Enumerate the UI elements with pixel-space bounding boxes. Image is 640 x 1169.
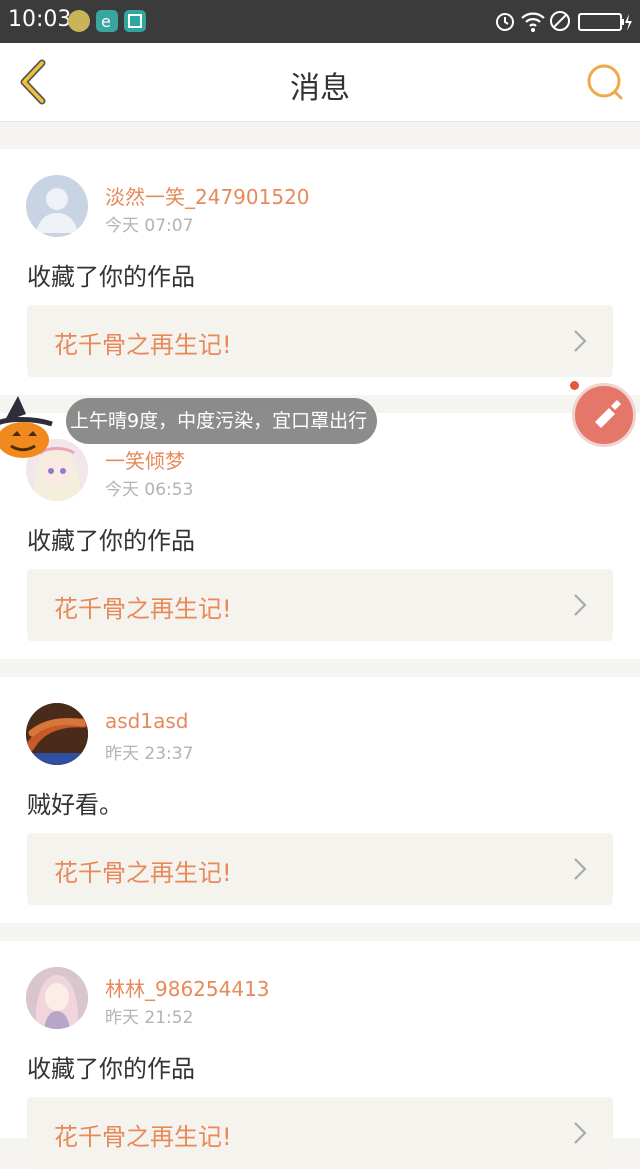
work-link[interactable]: 花千骨之再生记!: [27, 305, 613, 377]
default-avatar-icon: [36, 188, 78, 233]
avatar[interactable]: [26, 967, 88, 1029]
chevron-right-icon: [574, 1122, 587, 1144]
work-link[interactable]: 花千骨之再生记!: [27, 833, 613, 905]
nav-header: 消息: [0, 43, 640, 122]
message-text: 贼好看。: [27, 791, 123, 819]
alarm-icon: [496, 13, 514, 31]
user-name[interactable]: 林林_986254413: [105, 973, 270, 1002]
avatar[interactable]: [26, 175, 88, 237]
work-title: 花千骨之再生记!: [54, 859, 232, 887]
message-time: 昨天 23:37: [105, 744, 194, 764]
message-card: 淡然一笑_247901520 今天 07:07 收藏了你的作品 花千骨之再生记!: [0, 149, 640, 395]
message-card: asd1asd 昨天 23:37 贼好看。 花千骨之再生记!: [0, 677, 640, 923]
work-title: 花千骨之再生记!: [54, 595, 232, 623]
chevron-right-icon: [574, 858, 587, 880]
broom-icon: [595, 400, 621, 428]
food-avatar-image: [26, 703, 88, 765]
browser-notification-icon: e: [96, 10, 118, 32]
do-not-disturb-icon: [550, 11, 570, 31]
avatar[interactable]: [26, 703, 88, 765]
message-text: 收藏了你的作品: [27, 1055, 195, 1083]
message-card: 林林_986254413 昨天 21:52 收藏了你的作品 花千骨之再生记!: [0, 941, 640, 1169]
status-time: 10:03: [8, 7, 72, 32]
doll-avatar-image: [26, 967, 88, 1029]
battery-icon: [578, 13, 632, 31]
user-name[interactable]: asd1asd: [105, 709, 188, 733]
status-bar: 10:03 e: [0, 0, 640, 43]
weather-tip-bubble[interactable]: 上午晴9度，中度污染，宜口罩出行: [66, 398, 378, 444]
message-text: 收藏了你的作品: [27, 527, 195, 555]
screenshot-notification-icon: [124, 10, 146, 32]
floating-clean-button[interactable]: [572, 383, 636, 447]
app-notification-icon: [68, 10, 90, 32]
message-time: 昨天 21:52: [105, 1008, 194, 1028]
message-card: 一笑倾梦 今天 06:53 收藏了你的作品 花千骨之再生记!: [0, 413, 640, 659]
work-title: 花千骨之再生记!: [54, 1123, 232, 1151]
message-text: 收藏了你的作品: [27, 263, 195, 291]
work-link[interactable]: 花千骨之再生记!: [27, 1097, 613, 1169]
message-time: 今天 06:53: [105, 480, 194, 500]
chevron-right-icon: [574, 330, 587, 352]
user-name[interactable]: 淡然一笑_247901520: [105, 181, 310, 210]
svg-text:e: e: [101, 12, 111, 31]
page-title: 消息: [290, 71, 350, 106]
pumpkin-icon[interactable]: [0, 394, 54, 460]
search-icon[interactable]: [584, 61, 626, 103]
chevron-right-icon: [574, 594, 587, 616]
wifi-icon: [521, 12, 545, 32]
message-time: 今天 07:07: [105, 216, 194, 236]
work-link[interactable]: 花千骨之再生记!: [27, 569, 613, 641]
work-title: 花千骨之再生记!: [54, 331, 232, 359]
user-name[interactable]: 一笑倾梦: [105, 445, 185, 474]
